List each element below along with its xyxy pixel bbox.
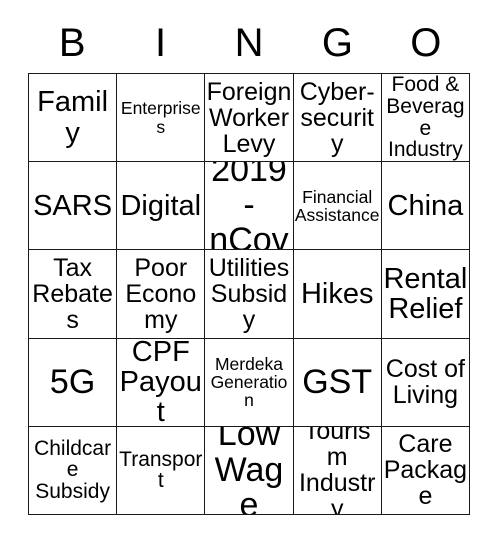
- bingo-cell-r1-c5[interactable]: Food & Beverage Industry: [381, 74, 470, 163]
- bingo-cell-r1-c4[interactable]: Cyber-security: [293, 74, 382, 163]
- bingo-cell-r4-c3[interactable]: Merdeka Generation: [205, 338, 294, 427]
- bingo-cell-label: Foreign Worker Levy: [206, 77, 292, 158]
- bingo-cell-r5-c3[interactable]: Low Wage: [205, 426, 294, 515]
- bingo-cell-label: Cyber-security: [299, 77, 375, 158]
- bingo-cell-label: Transport: [119, 447, 203, 493]
- bingo-cell-label: 2019-nCov: [209, 162, 289, 251]
- bingo-cell-label: GST: [302, 362, 373, 401]
- bingo-cell-label: Merdeka Generation: [210, 353, 288, 411]
- bingo-cell-label: Childcare Subsidy: [34, 436, 112, 504]
- bingo-cell-label: Cost of Living: [385, 355, 465, 410]
- bingo-cell-label: China: [387, 189, 464, 222]
- bingo-cell-label: Poor Economy: [125, 253, 197, 334]
- bingo-cell-label: Hikes: [300, 277, 374, 310]
- bingo-cell-r2-c1[interactable]: SARS: [29, 162, 118, 251]
- bingo-cell-r1-c2[interactable]: Enterprises: [117, 74, 206, 163]
- bingo-cell-label: SARS: [33, 189, 113, 222]
- bingo-cell-label: Tourism Industry: [298, 426, 376, 515]
- bingo-cell-r1-c1[interactable]: Family: [29, 74, 118, 163]
- bingo-cell-r4-c5[interactable]: Cost of Living: [381, 338, 470, 427]
- bingo-cell-r5-c2[interactable]: Transport: [117, 426, 206, 515]
- bingo-cell-label: CPF Payout: [119, 338, 202, 427]
- bingo-grid: Family Enterprises Foreign Worker Levy Cybe…: [28, 73, 470, 515]
- bingo-cell-r1-c3[interactable]: Foreign Worker Levy: [205, 74, 294, 163]
- bingo-header-letter-b: B: [58, 21, 86, 65]
- bingo-cell-r5-c4[interactable]: Tourism Industry: [293, 426, 382, 515]
- bingo-cell-r3-c3[interactable]: Utilities Subsidy: [205, 250, 294, 339]
- bingo-cell-label: Digital: [120, 189, 202, 222]
- bingo-cell-label: Utilities Subsidy: [208, 253, 290, 334]
- bingo-header-letter-g: G: [321, 21, 353, 65]
- bingo-cell-r3-c2[interactable]: Poor Economy: [117, 250, 206, 339]
- bingo-cell-label: Tax Rebates: [32, 253, 113, 334]
- bingo-cell-label: Rental Relief: [383, 262, 468, 325]
- bingo-cell-r2-c5[interactable]: China: [381, 162, 470, 251]
- bingo-header-letter-i: I: [155, 21, 167, 65]
- bingo-cell-label: Family: [37, 86, 109, 149]
- bingo-cell-r5-c1[interactable]: Childcare Subsidy: [29, 426, 118, 515]
- bingo-cell-r4-c4[interactable]: GST: [293, 338, 382, 427]
- bingo-cell-r2-c3[interactable]: 2019-nCov: [205, 162, 294, 251]
- bingo-cell-label: Enterprises: [120, 98, 201, 137]
- bingo-cell-label: Food & Beverage Industry: [386, 74, 465, 162]
- bingo-cell-r4-c1[interactable]: 5G: [29, 338, 118, 427]
- bingo-header-letter-o: O: [410, 21, 442, 65]
- bingo-cell-label: 5G: [49, 362, 96, 401]
- bingo-cell-label: Low Wage: [214, 426, 284, 515]
- bingo-cell-label: Financial Assistance: [294, 186, 380, 225]
- bingo-card: B I N G O Family Enterprises Foreign Worke…: [0, 0, 500, 544]
- bingo-cell-label: Care Package: [383, 430, 468, 511]
- bingo-cell-r3-c5[interactable]: Rental Relief: [381, 250, 470, 339]
- bingo-cell-r2-c4[interactable]: Financial Assistance: [293, 162, 382, 251]
- bingo-cell-r3-c1[interactable]: Tax Rebates: [29, 250, 118, 339]
- bingo-cell-r3-c4[interactable]: Hikes: [293, 250, 382, 339]
- bingo-header-letter-n: N: [234, 21, 264, 65]
- bingo-cell-r4-c2[interactable]: CPF Payout: [117, 338, 206, 427]
- bingo-cell-r2-c2[interactable]: Digital: [117, 162, 206, 251]
- bingo-cell-r5-c5[interactable]: Care Package: [381, 426, 470, 515]
- bingo-header-row: B I N G O: [28, 18, 470, 68]
